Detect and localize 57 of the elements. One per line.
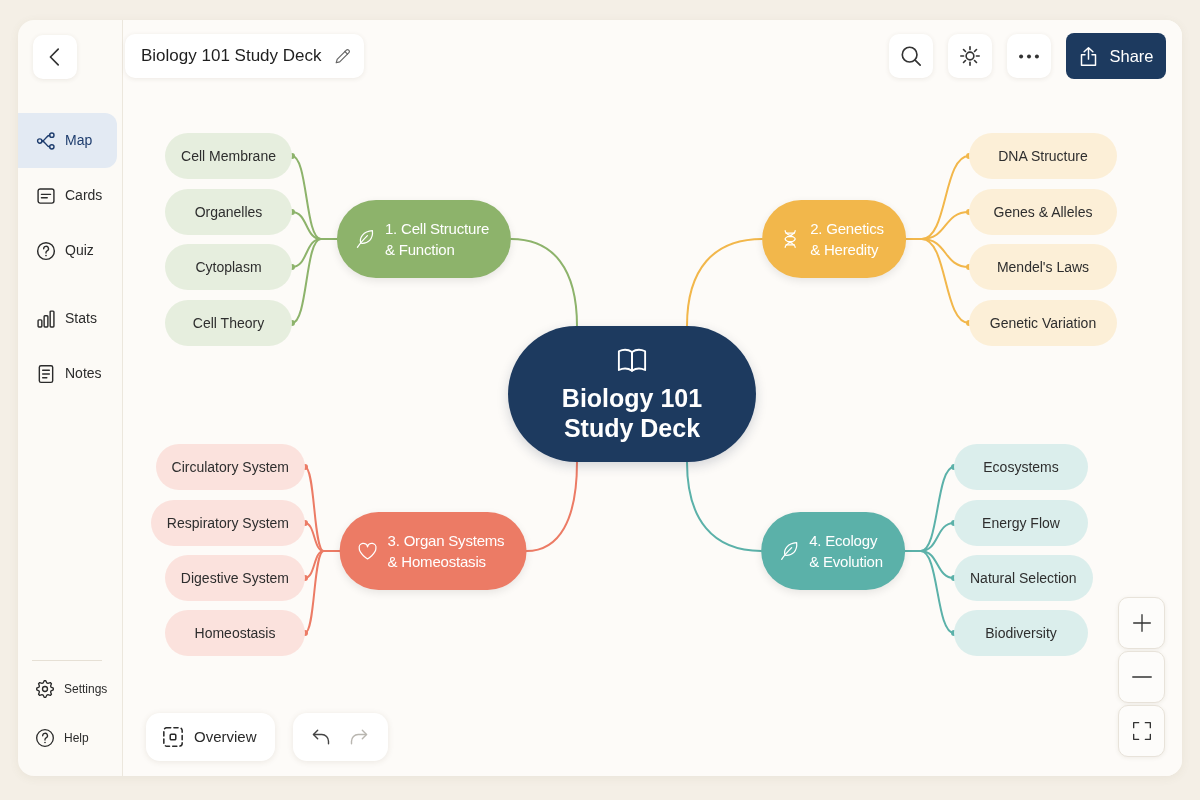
topic-node[interactable]: Natural Selection: [954, 555, 1093, 601]
theme-button[interactable]: [948, 34, 992, 78]
central-topic-node[interactable]: Biology 101 Study Deck: [508, 326, 756, 462]
topic-node[interactable]: Circulatory System: [155, 444, 305, 490]
branch-title: 1. Cell Structure & Function: [384, 219, 490, 260]
topic-node[interactable]: Energy Flow: [954, 500, 1088, 546]
topic-node[interactable]: Cell Theory: [165, 300, 292, 346]
topic-node[interactable]: Mendel's Laws: [969, 244, 1117, 290]
zoom-in-button[interactable]: [1118, 597, 1165, 649]
branch-title: 2. Genetics & Heredity: [810, 219, 884, 260]
heart-icon: [357, 541, 378, 561]
nav-item[interactable]: Help: [18, 715, 117, 761]
plus-icon: [1131, 613, 1152, 633]
undo-icon: [311, 727, 332, 747]
pencil-icon: [333, 47, 352, 65]
minus-icon: [1131, 676, 1152, 678]
nav-item[interactable]: Settings: [18, 666, 117, 712]
topic-node[interactable]: Genes & Alleles: [969, 189, 1117, 235]
share-button[interactable]: Share: [1066, 33, 1166, 79]
nodes-icon: [36, 130, 56, 151]
bar-chart-icon: [36, 308, 56, 329]
topic-node[interactable]: Organelles: [165, 189, 292, 235]
leaf-icon: [354, 229, 375, 249]
topic-node[interactable]: Cytoplasm: [165, 244, 292, 290]
nav-item[interactable]: Map: [18, 113, 117, 168]
branch-title: 4. Ecology & Evolution: [809, 531, 883, 572]
topic-node[interactable]: Homeostasis: [165, 610, 305, 656]
edit-button[interactable]: [333, 47, 352, 65]
document-icon: [36, 363, 56, 384]
central-topic-title: Biology 101 Study Deck: [561, 383, 703, 443]
topic-node[interactable]: Genetic Variation: [969, 300, 1117, 346]
sun-icon: [959, 45, 981, 67]
more-icon: [1019, 53, 1039, 59]
card-icon: [36, 185, 56, 206]
nav-item[interactable]: Notes: [18, 346, 117, 401]
topic-node[interactable]: DNA Structure: [969, 133, 1117, 179]
search-button[interactable]: [889, 34, 933, 78]
redo-icon: [348, 727, 369, 747]
nav-item[interactable]: Stats: [18, 291, 117, 346]
nav-item[interactable]: Quiz: [18, 223, 117, 278]
help-icon: [35, 728, 55, 748]
topic-node[interactable]: Respiratory System: [150, 500, 305, 546]
settings-icon: [35, 679, 55, 699]
topic-node[interactable]: Ecosystems: [954, 444, 1088, 490]
fullscreen-icon: [1131, 721, 1152, 741]
branch-title: 3. Organ Systems & Homeostasis: [387, 531, 505, 572]
dashed-square-icon: [162, 726, 184, 748]
topic-node[interactable]: Biodiversity: [954, 610, 1088, 656]
topic-node[interactable]: Cell Membrane: [165, 133, 292, 179]
leaf-icon: [779, 541, 800, 561]
question-icon: [36, 240, 56, 261]
overview-button[interactable]: Overview: [146, 713, 275, 761]
deck-title: Biology 101 Study Deck: [141, 45, 322, 68]
search-icon: [900, 45, 922, 67]
topic-node[interactable]: Digestive System: [164, 555, 305, 601]
nav-item[interactable]: Cards: [18, 168, 117, 223]
undo-button[interactable]: [311, 727, 332, 747]
